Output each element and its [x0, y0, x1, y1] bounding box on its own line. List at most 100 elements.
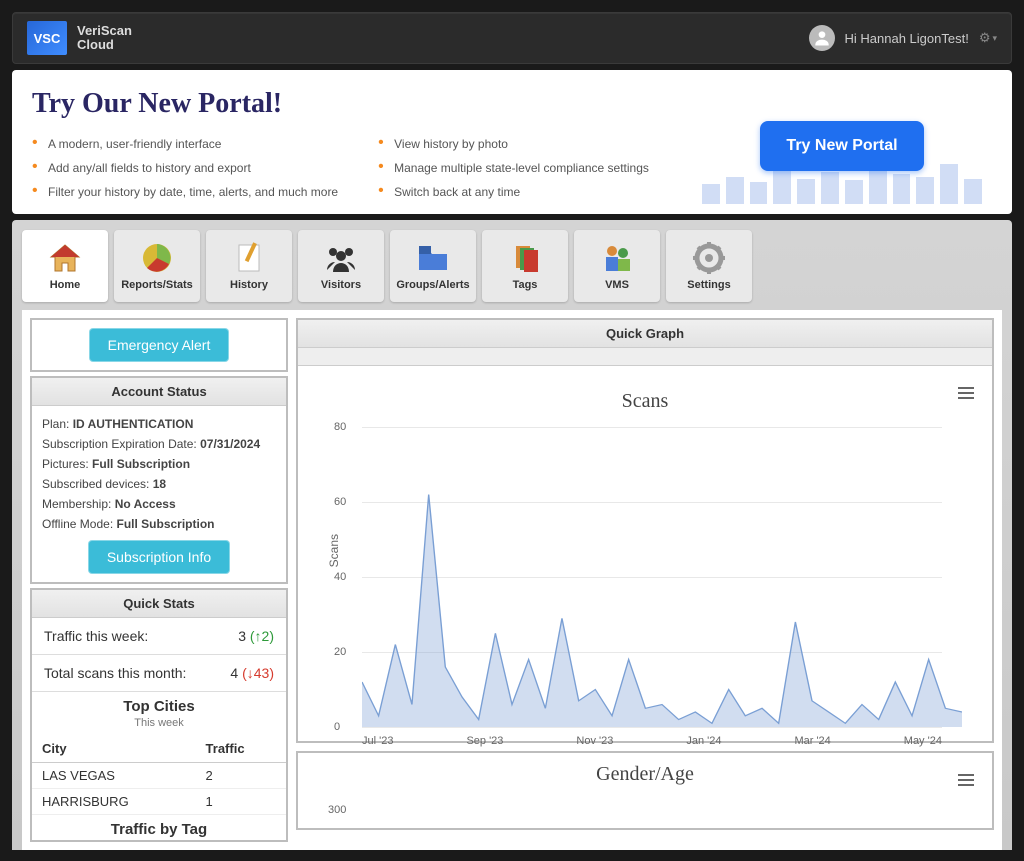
y-axis-label: Scans [327, 534, 341, 567]
label: Offline Mode: [42, 517, 113, 531]
stat-value: 3 [238, 628, 246, 644]
ytick-300: 300 [328, 804, 346, 816]
nav-home[interactable]: Home [22, 230, 108, 302]
nav-reports[interactable]: Reports/Stats [114, 230, 200, 302]
nav-settings[interactable]: Settings [666, 230, 752, 302]
label: Subscribed devices: [42, 477, 149, 491]
stat-delta-up: (↑2) [250, 628, 274, 644]
try-new-portal-button[interactable]: Try New Portal [760, 121, 923, 171]
promo-item: Add any/all fields to history and export [32, 156, 338, 180]
city-cell: HARRISBURG [32, 789, 196, 815]
traffic-by-tag-heading: Traffic by Tag [32, 815, 286, 840]
nav-groups[interactable]: Groups/Alerts [390, 230, 476, 302]
gear-icon [693, 241, 725, 275]
brand[interactable]: VSC VeriScan Cloud [27, 21, 132, 55]
label: Plan: [42, 417, 69, 431]
nav-label: Groups/Alerts [396, 279, 469, 291]
xtick: Mar '24 [794, 735, 830, 747]
chart-title: Gender/Age [328, 763, 962, 786]
nav-vms[interactable]: VMS [574, 230, 660, 302]
quick-graph-panel: Quick Graph Scans Scans 0 20 40 60 80 [296, 318, 994, 743]
nav-label: Tags [513, 279, 538, 291]
panel-title: Account Status [32, 378, 286, 406]
ytick: 80 [334, 421, 346, 433]
xtick: Nov '23 [576, 735, 613, 747]
top-bar: VSC VeriScan Cloud Hi Hannah LigonTest! … [12, 12, 1012, 64]
ytick: 40 [334, 571, 346, 583]
top-cities-heading: Top Cities [32, 692, 286, 717]
user-menu[interactable]: Hi Hannah LigonTest! ⚙▾ [809, 25, 998, 51]
promo-list-1: A modern, user-friendly interface Add an… [32, 132, 338, 204]
nav-label: Settings [687, 279, 730, 291]
avatar-icon [809, 25, 835, 51]
promo-heading: Try Our New Portal! [32, 88, 692, 120]
nav-label: Home [50, 279, 81, 291]
stat-scans-month: Total scans this month: 4 (↓43) [32, 655, 286, 692]
nav-label: Visitors [321, 279, 361, 291]
ytick: 0 [334, 721, 340, 733]
promo-banner: Try Our New Portal! A modern, user-frien… [12, 70, 1012, 214]
nav-visitors[interactable]: Visitors [298, 230, 384, 302]
pics-value: Full Subscription [92, 457, 190, 471]
chart-title: Scans [328, 390, 962, 413]
label: Subscription Expiration Date: [42, 437, 197, 451]
promo-item: View history by photo [378, 132, 649, 156]
stat-value: 4 [230, 665, 238, 681]
traffic-cell: 2 [196, 763, 286, 789]
mem-value: No Access [115, 497, 176, 511]
nav-history[interactable]: History [206, 230, 292, 302]
nav-label: History [230, 279, 268, 291]
promo-item: Manage multiple state-level compliance s… [378, 156, 649, 180]
stat-label: Traffic this week: [44, 628, 148, 644]
stat-delta-down: (↓43) [242, 665, 274, 681]
promo-item: Switch back at any time [378, 180, 649, 204]
people-icon [323, 241, 359, 275]
user-greeting: Hi Hannah LigonTest! [845, 31, 969, 46]
ytick: 60 [334, 496, 346, 508]
label: Membership: [42, 497, 111, 511]
x-axis: Jul '23 Sep '23 Nov '23 Jan '24 Mar '24 May '… [362, 735, 942, 747]
home-icon [48, 241, 82, 275]
emergency-alert-button[interactable]: Emergency Alert [89, 328, 230, 362]
subscription-info-button[interactable]: Subscription Info [88, 540, 230, 574]
xtick: Sep '23 [466, 735, 503, 747]
settings-gear-icon[interactable]: ⚙▾ [979, 30, 997, 46]
emergency-panel: Emergency Alert [30, 318, 288, 372]
traffic-cell: 1 [196, 789, 286, 815]
pencil-note-icon [234, 241, 264, 275]
nav-tabs: Home Reports/Stats History Visitors Grou… [22, 230, 1002, 302]
tags-icon [510, 241, 540, 275]
table-row: HARRISBURG1 [32, 789, 286, 815]
brand-name: VeriScan Cloud [77, 24, 132, 53]
promo-list-2: View history by photo Manage multiple st… [378, 132, 649, 204]
exp-value: 07/31/2024 [200, 437, 260, 451]
vms-people-icon [600, 241, 634, 275]
city-cell: LAS VEGAS [32, 763, 196, 789]
stat-traffic-week: Traffic this week: 3 (↑2) [32, 618, 286, 655]
panel-title: Quick Graph [298, 320, 992, 348]
scans-chart: Scans 020406080 Jul '23Sep '23Nov '23Jan… [362, 427, 962, 727]
dev-value: 18 [153, 477, 166, 491]
label: Pictures: [42, 457, 89, 471]
stat-label: Total scans this month: [44, 665, 186, 681]
brand-badge: VSC [27, 21, 67, 55]
top-cities-table: City Traffic LAS VEGAS2HARRISBURG1 [32, 735, 286, 815]
promo-item: A modern, user-friendly interface [32, 132, 338, 156]
top-cities-caption: This week [32, 717, 286, 735]
col-city: City [32, 735, 196, 763]
col-traffic: Traffic [196, 735, 286, 763]
quick-stats-panel: Quick Stats Traffic this week: 3 (↑2) To… [30, 588, 288, 842]
nav-tags[interactable]: Tags [482, 230, 568, 302]
chart-menu-icon[interactable] [958, 771, 974, 789]
chart-menu-icon[interactable] [958, 384, 974, 402]
xtick: Jan '24 [686, 735, 721, 747]
xtick: Jul '23 [362, 735, 393, 747]
promo-item: Filter your history by date, time, alert… [32, 180, 338, 204]
ytick: 20 [334, 646, 346, 658]
main-area: Home Reports/Stats History Visitors Grou… [12, 220, 1012, 850]
off-value: Full Subscription [117, 517, 215, 531]
folder-icon [417, 241, 449, 275]
xtick: May '24 [904, 735, 942, 747]
account-status-panel: Account Status Plan: ID AUTHENTICATION S… [30, 376, 288, 584]
chart-toolbar [298, 348, 992, 366]
